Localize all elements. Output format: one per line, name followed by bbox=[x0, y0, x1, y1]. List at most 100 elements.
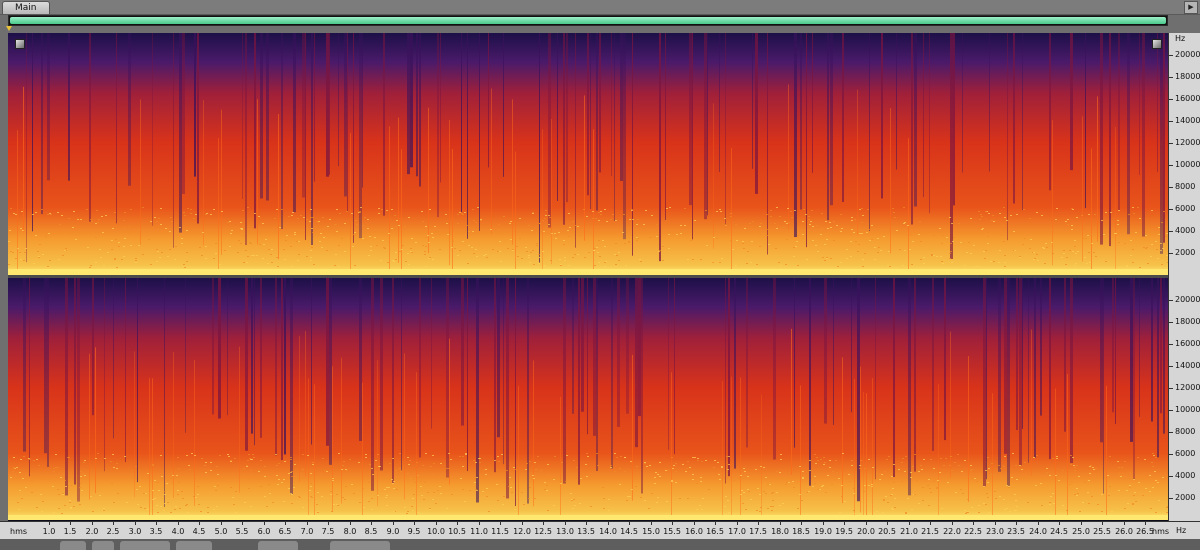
spectrogram-speckle bbox=[808, 491, 810, 492]
spectrogram-speckle bbox=[110, 461, 112, 462]
tab-scroll-arrow-icon[interactable]: ▶ bbox=[1184, 1, 1198, 14]
spectrogram-speckle bbox=[213, 209, 215, 210]
toolbar-button[interactable] bbox=[176, 541, 212, 550]
spectrogram-speckle bbox=[747, 489, 749, 490]
tab-main[interactable]: Main bbox=[2, 1, 50, 14]
spectrogram-transient bbox=[410, 33, 413, 168]
spectrogram-speckle bbox=[96, 210, 98, 211]
spectrogram-speckle bbox=[137, 504, 139, 505]
spectrogram-speckle bbox=[797, 235, 799, 236]
toolbar-button[interactable] bbox=[120, 541, 170, 550]
spectrogram-speckle bbox=[939, 228, 941, 229]
frequency-ruler[interactable]: Hz 20000 18000 16000 14000 12000 10000 8000 600… bbox=[1168, 33, 1200, 521]
spectrogram-speckle bbox=[894, 507, 896, 508]
spectrogram-speckle bbox=[352, 246, 354, 247]
spectrogram-speckle bbox=[820, 234, 822, 235]
spectrogram-speckle bbox=[194, 455, 196, 456]
frequency-tick-label: 2000 bbox=[1175, 248, 1196, 257]
spectrogram-speckle bbox=[48, 233, 50, 234]
spectrogram-channel-2[interactable] bbox=[8, 278, 1168, 520]
zoom-corner-icon[interactable] bbox=[15, 39, 25, 49]
spectrogram-speckle bbox=[1072, 209, 1074, 210]
spectrogram-speckle bbox=[1061, 257, 1063, 258]
spectrogram-transient bbox=[77, 278, 80, 502]
frequency-tick-label: 16000 bbox=[1175, 339, 1200, 348]
spectrogram-transient bbox=[1157, 278, 1159, 458]
spectrogram-speckle bbox=[830, 227, 832, 228]
overview-visible-range[interactable] bbox=[10, 17, 1166, 24]
spectrogram-speckle bbox=[214, 486, 216, 487]
spectrogram-transient bbox=[140, 99, 141, 245]
spectrogram-speckle bbox=[526, 463, 528, 464]
spectrogram-speckle bbox=[1046, 468, 1048, 469]
spectrogram-speckle bbox=[978, 512, 980, 513]
spectrogram-speckle bbox=[468, 231, 470, 232]
spectrogram-speckle bbox=[785, 484, 787, 485]
spectrogram-speckle bbox=[313, 264, 315, 265]
spectrogram-speckle bbox=[603, 508, 605, 509]
spectrogram-speckle bbox=[874, 247, 876, 248]
spectrogram-speckle bbox=[979, 219, 981, 220]
spectrogram-speckle bbox=[306, 219, 308, 220]
spectrogram-speckle bbox=[572, 257, 574, 258]
overview-navigator-bar[interactable] bbox=[8, 15, 1168, 26]
spectrogram-transient bbox=[242, 33, 243, 200]
spectral-display[interactable] bbox=[8, 33, 1168, 521]
spectrogram-speckle bbox=[31, 492, 33, 493]
spectrogram-transient bbox=[266, 33, 269, 201]
spectrogram-speckle bbox=[671, 232, 673, 233]
playhead-marker-icon[interactable] bbox=[6, 26, 12, 31]
toolbar-button[interactable] bbox=[60, 541, 86, 550]
time-tick bbox=[629, 522, 630, 525]
time-ruler[interactable]: hms hms Hz 1.0 1.5 2.0 2.5 3.0 3.5 4.0 4.5 5.0 5.… bbox=[0, 521, 1200, 540]
spectrogram-transient bbox=[773, 278, 776, 460]
spectrogram-speckle bbox=[118, 246, 120, 247]
spectrogram-speckle bbox=[376, 245, 378, 246]
spectrogram-speckle bbox=[181, 238, 183, 239]
spectrogram-speckle bbox=[694, 220, 696, 221]
spectrogram-speckle bbox=[99, 249, 101, 250]
spectrogram-transient bbox=[440, 33, 441, 183]
spectrogram-speckle bbox=[336, 478, 338, 479]
spectrogram-speckle bbox=[1160, 250, 1162, 251]
spectrogram-speckle bbox=[303, 217, 305, 218]
toolbar-button[interactable] bbox=[92, 541, 114, 550]
spectrogram-speckle bbox=[160, 208, 162, 209]
spectrogram-speckle bbox=[808, 219, 810, 220]
spectrogram-transient bbox=[842, 357, 843, 504]
spectrogram-transient bbox=[74, 278, 76, 485]
spectrogram-transient bbox=[800, 33, 802, 210]
spectrogram-transient bbox=[950, 33, 953, 259]
spectrogram-speckle bbox=[1117, 224, 1119, 225]
spectrogram-speckle bbox=[252, 454, 254, 455]
zoom-corner-icon[interactable] bbox=[1152, 39, 1162, 49]
spectrogram-speckle bbox=[904, 471, 906, 472]
spectrogram-speckle bbox=[1003, 241, 1005, 242]
spectrogram-speckle bbox=[760, 507, 762, 508]
spectrogram-speckle bbox=[434, 226, 436, 227]
spectrogram-speckle bbox=[1063, 253, 1065, 254]
spectrogram-speckle bbox=[230, 233, 232, 234]
spectrogram-speckle bbox=[958, 465, 960, 466]
spectrogram-speckle bbox=[1086, 263, 1088, 264]
spectrogram-speckle bbox=[159, 257, 161, 258]
spectrogram-speckle bbox=[1130, 255, 1132, 256]
time-tick bbox=[608, 522, 609, 525]
spectrogram-speckle bbox=[334, 265, 336, 266]
toolbar-button[interactable] bbox=[330, 541, 390, 550]
spectrogram-speckle bbox=[776, 228, 778, 229]
spectrogram-speckle bbox=[603, 477, 605, 478]
spectrogram-speckle bbox=[772, 492, 774, 493]
spectrogram-speckle bbox=[976, 481, 978, 482]
spectrogram-speckle bbox=[580, 478, 582, 479]
spectrogram-channel-1[interactable] bbox=[8, 33, 1168, 275]
spectrogram-speckle bbox=[1097, 504, 1099, 505]
spectrogram-speckle bbox=[1129, 485, 1131, 486]
spectrogram-speckle bbox=[666, 501, 668, 502]
spectrogram-transient bbox=[452, 149, 453, 275]
spectrogram-transient bbox=[1115, 278, 1116, 425]
toolbar-button[interactable] bbox=[258, 541, 298, 550]
spectrogram-transient bbox=[89, 33, 91, 222]
spectrogram-transient bbox=[581, 278, 584, 412]
spectrogram-speckle bbox=[893, 464, 895, 465]
